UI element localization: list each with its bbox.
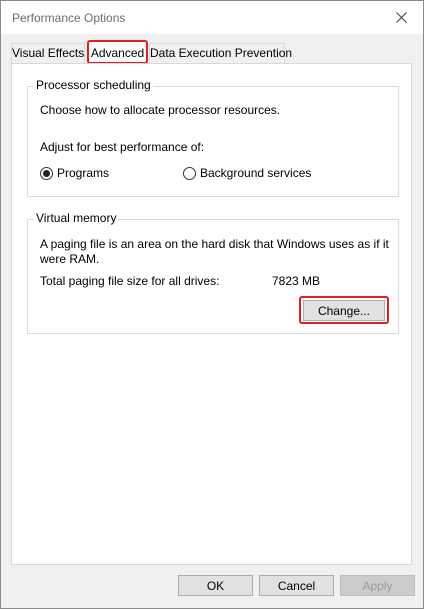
total-paging-value: 7823 MB xyxy=(272,274,321,288)
adjust-label: Adjust for best performance of: xyxy=(40,140,205,154)
radio-programs-label: Programs xyxy=(57,166,110,180)
radio-unselected-icon xyxy=(183,166,196,180)
radio-programs[interactable]: Programs xyxy=(40,166,109,180)
tab-advanced[interactable]: Advanced xyxy=(87,40,148,64)
radio-background-services-label: Background services xyxy=(200,166,312,180)
apply-button[interactable]: Apply xyxy=(340,575,415,596)
title-bar: Performance Options xyxy=(1,1,423,34)
virtual-memory-description-line1: A paging file is an area on the hard dis… xyxy=(40,237,389,251)
processor-scheduling-title: Processor scheduling xyxy=(34,78,153,92)
tab-data-execution-prevention[interactable]: Data Execution Prevention xyxy=(149,43,292,63)
tab-visual-effects[interactable]: Visual Effects xyxy=(11,43,85,63)
close-icon xyxy=(395,12,407,23)
processor-scheduling-description: Choose how to allocate processor resourc… xyxy=(40,103,281,117)
radio-background-services[interactable]: Background services xyxy=(183,166,311,180)
radio-selected-icon xyxy=(40,166,53,180)
total-paging-label: Total paging file size for all drives: xyxy=(40,274,220,288)
change-button[interactable]: Change... xyxy=(303,300,385,321)
virtual-memory-group: Virtual memory A paging file is an area … xyxy=(27,211,399,334)
tab-page-advanced: Processor scheduling Choose how to alloc… xyxy=(11,63,412,565)
ok-button[interactable]: OK xyxy=(178,575,253,596)
cancel-button[interactable]: Cancel xyxy=(259,575,334,596)
performance-options-dialog: Performance Options Visual Effects Advan… xyxy=(0,0,424,609)
processor-scheduling-group: Processor scheduling Choose how to alloc… xyxy=(27,78,399,197)
virtual-memory-title: Virtual memory xyxy=(34,211,119,225)
close-button[interactable] xyxy=(379,1,423,34)
window-title: Performance Options xyxy=(12,11,126,25)
virtual-memory-description-line2: were RAM. xyxy=(40,252,100,266)
